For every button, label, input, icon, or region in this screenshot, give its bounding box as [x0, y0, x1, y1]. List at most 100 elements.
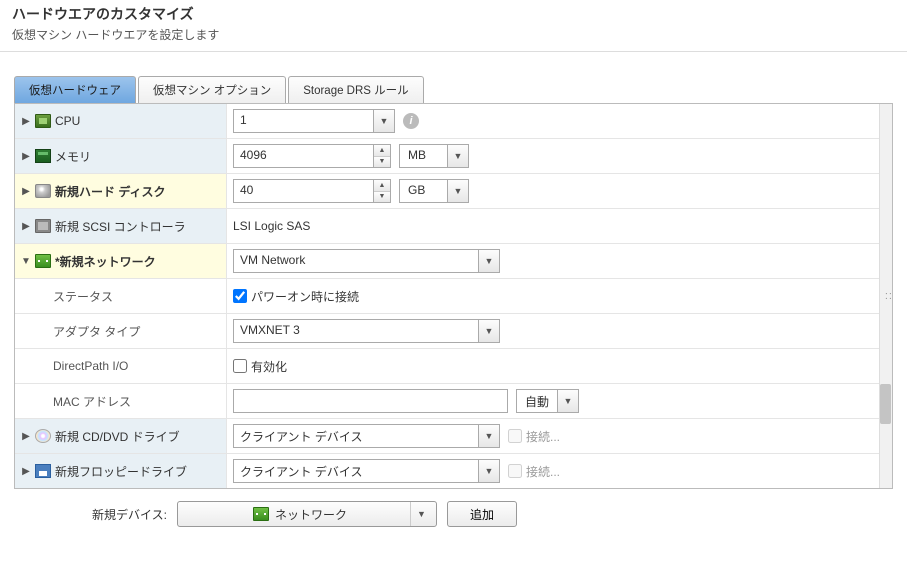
chevron-down-icon[interactable]: ▼ [478, 424, 500, 448]
row-network-label-cell: ▼ *新規ネットワーク [15, 244, 227, 278]
checkbox-label: 接続... [526, 428, 560, 445]
cd-icon [35, 429, 51, 443]
row-adapter-value: VMXNET 3 ▼ [227, 315, 879, 347]
checkbox-label: パワーオン時に接続 [251, 288, 359, 305]
new-device-select[interactable]: ネットワーク ▼ [177, 501, 437, 527]
row-cpu-label-cell: ▶ CPU [15, 104, 227, 138]
row-adapter-type: アダプタ タイプ VMXNET 3 ▼ [15, 314, 879, 349]
spinner-up-icon[interactable]: ▲ [374, 145, 390, 157]
row-memory: ▶ メモリ 4096 ▲ ▼ MB ▼ [15, 139, 879, 174]
expand-icon[interactable]: ▶ [21, 431, 31, 442]
chevron-down-icon[interactable]: ▼ [478, 319, 500, 343]
network-label: *新規ネットワーク [55, 253, 156, 270]
tab-bar: 仮想ハードウェア 仮想マシン オプション Storage DRS ルール [14, 76, 893, 103]
info-icon[interactable]: i [403, 113, 419, 129]
add-button[interactable]: 追加 [447, 501, 517, 527]
chevron-down-icon[interactable]: ▼ [478, 459, 500, 483]
settings-panel: :: ▶ CPU 1 ▼ i [14, 103, 893, 489]
checkbox-input[interactable] [233, 359, 247, 373]
mac-mode-select[interactable]: 自動 ▼ [516, 389, 579, 413]
row-floppy-label-cell: ▶ 新規フロッピードライブ [15, 454, 227, 488]
row-floppy: ▶ 新規フロッピードライブ クライアント デバイス ▼ 接続... [15, 454, 879, 488]
disk-spinner[interactable]: 40 ▲ ▼ [233, 179, 391, 203]
row-mac-value: 自動 ▼ [227, 385, 879, 417]
row-disk-value: 40 ▲ ▼ GB ▼ [227, 175, 879, 207]
row-cddvd: ▶ 新規 CD/DVD ドライブ クライアント デバイス ▼ 接続... [15, 419, 879, 454]
adapter-select[interactable]: VMXNET 3 ▼ [233, 319, 500, 343]
cpu-icon [35, 114, 51, 128]
tab-vm-options[interactable]: 仮想マシン オプション [138, 76, 286, 103]
checkbox-input[interactable] [233, 289, 247, 303]
content-area: 仮想ハードウェア 仮想マシン オプション Storage DRS ルール :: … [0, 52, 907, 541]
row-cddvd-label-cell: ▶ 新規 CD/DVD ドライブ [15, 419, 227, 453]
row-directpath-value: 有効化 [227, 354, 879, 379]
spinner-down-icon[interactable]: ▼ [374, 157, 390, 168]
expand-icon[interactable]: ▶ [21, 151, 31, 162]
row-network: ▼ *新規ネットワーク VM Network ▼ [15, 244, 879, 279]
directpath-checkbox[interactable]: 有効化 [233, 358, 287, 375]
resize-handle[interactable]: :: [885, 290, 893, 302]
chevron-down-icon[interactable]: ▼ [478, 249, 500, 273]
disk-icon [35, 184, 51, 198]
row-mac-label: MAC アドレス [15, 384, 227, 418]
scsi-label: 新規 SCSI コントローラ [55, 218, 186, 235]
scrollbar-thumb[interactable] [880, 384, 891, 424]
expand-icon[interactable]: ▶ [21, 466, 31, 477]
disk-unit-select[interactable]: GB ▼ [399, 179, 469, 203]
spinner-down-icon[interactable]: ▼ [374, 192, 390, 203]
row-memory-value: 4096 ▲ ▼ MB ▼ [227, 140, 879, 172]
expand-icon[interactable]: ▶ [21, 186, 31, 197]
chevron-down-icon[interactable]: ▼ [447, 144, 469, 168]
new-device-label: 新規デバイス: [92, 506, 167, 523]
cpu-select[interactable]: 1 ▼ [233, 109, 395, 133]
expand-icon[interactable]: ▶ [21, 221, 31, 232]
tab-storage-drs[interactable]: Storage DRS ルール [288, 76, 423, 103]
mac-address-input[interactable] [233, 389, 508, 413]
tab-virtual-hardware[interactable]: 仮想ハードウェア [14, 76, 136, 103]
cddvd-label: 新規 CD/DVD ドライブ [55, 428, 180, 445]
row-net-status-value: パワーオン時に接続 [227, 284, 879, 309]
scsi-icon [35, 219, 51, 233]
new-device-footer: 新規デバイス: ネットワーク ▼ 追加 [14, 489, 893, 531]
expand-icon[interactable]: ▶ [21, 116, 31, 127]
chevron-down-icon[interactable]: ▼ [447, 179, 469, 203]
spinner-up-icon[interactable]: ▲ [374, 180, 390, 192]
row-cddvd-value: クライアント デバイス ▼ 接続... [227, 420, 879, 452]
chevron-down-icon[interactable]: ▼ [373, 109, 395, 133]
row-memory-label-cell: ▶ メモリ [15, 139, 227, 173]
network-icon [253, 507, 269, 521]
row-disk-label-cell: ▶ 新規ハード ディスク [15, 174, 227, 208]
chevron-down-icon[interactable]: ▼ [557, 389, 579, 413]
checkbox-label: 有効化 [251, 358, 287, 375]
row-floppy-value: クライアント デバイス ▼ 接続... [227, 455, 879, 487]
network-icon [35, 254, 51, 268]
cddvd-select[interactable]: クライアント デバイス ▼ [233, 424, 500, 448]
row-disk: ▶ 新規ハード ディスク 40 ▲ ▼ GB ▼ [15, 174, 879, 209]
row-adapter-label: アダプタ タイプ [15, 314, 227, 348]
checkbox-input [508, 429, 522, 443]
row-network-value: VM Network ▼ [227, 245, 879, 277]
floppy-label: 新規フロッピードライブ [55, 463, 187, 480]
floppy-select[interactable]: クライアント デバイス ▼ [233, 459, 500, 483]
memory-icon [35, 149, 51, 163]
row-net-status: ステータス パワーオン時に接続 [15, 279, 879, 314]
memory-spinner[interactable]: 4096 ▲ ▼ [233, 144, 391, 168]
network-select[interactable]: VM Network ▼ [233, 249, 500, 273]
row-cpu-value: 1 ▼ i [227, 105, 879, 137]
row-mac: MAC アドレス 自動 ▼ [15, 384, 879, 419]
collapse-icon[interactable]: ▼ [21, 256, 31, 267]
scsi-value-text: LSI Logic SAS [233, 219, 310, 233]
memory-unit-select[interactable]: MB ▼ [399, 144, 469, 168]
row-net-status-label: ステータス [15, 279, 227, 313]
chevron-down-icon[interactable]: ▼ [410, 502, 432, 526]
row-directpath: DirectPath I/O 有効化 [15, 349, 879, 384]
row-cpu: ▶ CPU 1 ▼ i [15, 104, 879, 139]
poweron-connect-checkbox[interactable]: パワーオン時に接続 [233, 288, 359, 305]
page-subtitle: 仮想マシン ハードウエアを設定します [12, 26, 895, 43]
floppy-icon [35, 464, 51, 478]
cpu-label: CPU [55, 114, 80, 128]
checkbox-label: 接続... [526, 463, 560, 480]
cddvd-connect-checkbox: 接続... [508, 428, 560, 445]
page-title: ハードウエアのカスタマイズ [12, 4, 895, 24]
floppy-connect-checkbox: 接続... [508, 463, 560, 480]
